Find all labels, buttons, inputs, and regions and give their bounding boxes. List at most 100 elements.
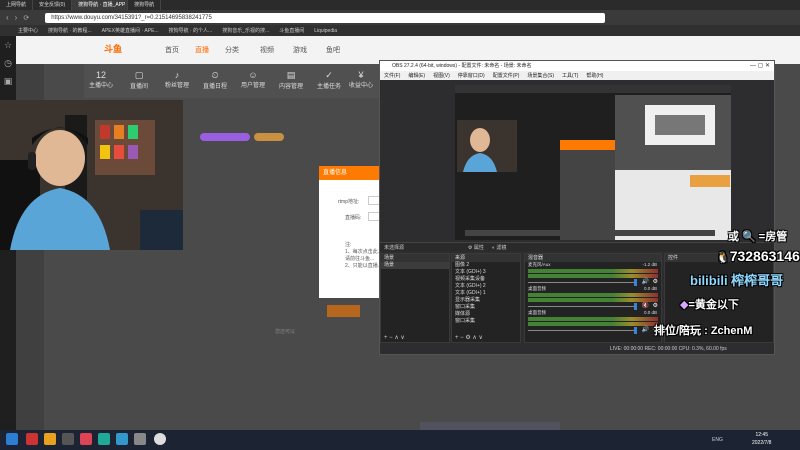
overlay-tier: ◆=黄金以下 xyxy=(680,299,739,311)
nav-live[interactable]: 直播 xyxy=(195,45,209,55)
volume-slider[interactable]: 🔊 ⚙ xyxy=(525,279,661,286)
nav-video[interactable]: 视频 xyxy=(260,45,274,55)
obs-menu-scenecollection[interactable]: 场景集合(S) xyxy=(527,72,554,79)
refresh-icon[interactable]: ⟳ xyxy=(23,14,29,22)
tag-gold[interactable] xyxy=(254,133,284,141)
obs-title: OBS 27.2.4 (64-bit, windows) - 配置文件: 未命名… xyxy=(380,61,774,71)
modal-orange-button[interactable] xyxy=(327,305,360,317)
taskbar-app-7[interactable] xyxy=(134,433,146,445)
page-notification-bar xyxy=(420,422,560,430)
volume-meter xyxy=(528,274,658,278)
obs-menu-tools[interactable]: 工具(T) xyxy=(562,72,578,79)
box-icon[interactable]: ▣ xyxy=(0,72,16,90)
nav-home[interactable]: 首页 xyxy=(165,45,179,55)
icon-content[interactable]: ▤ 内容管理 xyxy=(274,70,308,90)
obs-status-bar: LIVE: 00:00:00 REC: 00:00:00 CPU: 0.3%, … xyxy=(380,344,774,354)
tab-bar: 上网导航 安全反馈(0) 搜狗导航 · 直播_APP 搜狗导航 xyxy=(0,0,800,10)
source-item[interactable]: 显示器采集 xyxy=(452,297,520,304)
source-item[interactable]: 窗口采集 xyxy=(452,304,520,311)
muted-speaker-icon[interactable]: 🔇 xyxy=(642,302,649,309)
obs-menu-docks[interactable]: 停靠窗口(D) xyxy=(458,72,485,79)
bookmark-3[interactable]: APEX英雄直播间 · APE... xyxy=(102,27,159,34)
tab-4[interactable]: 搜狗导航 xyxy=(128,0,162,10)
source-item[interactable]: 文本 (GDI+) 2 xyxy=(452,283,520,290)
icon-anchor-center[interactable]: 12 主播中心 xyxy=(84,70,118,89)
tag-purple-1[interactable] xyxy=(200,133,250,141)
tab-1[interactable]: 上网导航 xyxy=(0,0,34,10)
source-item[interactable]: 视频采集设备 xyxy=(452,276,520,283)
sources-title: 来源 xyxy=(452,254,520,262)
volume-meter xyxy=(528,293,658,297)
webcam-feed xyxy=(0,100,183,250)
system-clock[interactable]: 12:45 2022/7/8 xyxy=(752,431,771,447)
source-item[interactable]: 文本 (GDI+) 3 xyxy=(452,269,520,276)
properties-button[interactable]: ⚙ 属性 xyxy=(468,244,484,251)
bookmark-6[interactable]: 斗鱼直播间 xyxy=(279,27,304,34)
speaker-icon[interactable]: 🔊 xyxy=(642,278,649,285)
obs-window-controls[interactable]: — ▢ ✕ xyxy=(743,61,773,71)
scene-add-remove-icons[interactable]: + − ∧ ∨ xyxy=(384,334,405,341)
scenes-title: 场景 xyxy=(381,254,449,262)
obs-source-toolbar: 未选择源 ⚙ 属性 ◐ 滤镜 xyxy=(380,242,774,251)
taskbar-app-2[interactable] xyxy=(44,433,56,445)
gear-icon[interactable]: ⚙ xyxy=(653,278,658,285)
taskbar-app-4[interactable] xyxy=(80,433,92,445)
source-item[interactable]: 图像 2 xyxy=(452,262,520,269)
obs-menu-file[interactable]: 文件(F) xyxy=(384,72,400,79)
star-icon[interactable]: ☆ xyxy=(0,36,16,54)
back-icon[interactable]: ‹ xyxy=(6,13,9,22)
taskbar-app-5[interactable] xyxy=(98,433,110,445)
start-icon[interactable] xyxy=(6,433,18,445)
mixer-channel-2: 桌面音频 0.0 dB 🔇 ⚙ xyxy=(525,286,661,310)
obs-menu-view[interactable]: 视图(V) xyxy=(433,72,450,79)
obs-menu-help[interactable]: 帮助(H) xyxy=(586,72,603,79)
qq-icon: 🐧 xyxy=(716,252,730,264)
clock-icon[interactable]: ◷ xyxy=(0,54,16,72)
icon-live-room[interactable]: ▢ 直播间 xyxy=(122,70,156,90)
bookmark-1[interactable]: 主要中心 xyxy=(18,27,38,34)
forward-icon[interactable]: › xyxy=(15,13,18,22)
tab-3[interactable]: 搜狗导航 · 直播_APP xyxy=(72,0,129,10)
url-input[interactable]: https://www.douyu.com/3415391?_r=0.21514… xyxy=(45,12,606,23)
nav-game[interactable]: 游戏 xyxy=(293,45,307,55)
nav-category[interactable]: 分类 xyxy=(225,45,239,55)
icon-fans[interactable]: ♪ 粉丝管理 xyxy=(160,70,194,89)
obs-menu-profile[interactable]: 配置文件(P) xyxy=(493,72,520,79)
overlay-bilibili: bilibili 榨榨哥哥 xyxy=(690,273,784,288)
taskbar-app-3[interactable] xyxy=(62,433,74,445)
obs-preview[interactable] xyxy=(455,85,731,240)
bookmark-4[interactable]: 搜狗导航 · 的个人... xyxy=(169,27,213,34)
source-item[interactable]: 媒体源 xyxy=(452,311,520,318)
taskbar-app-6[interactable] xyxy=(116,433,128,445)
icon-users[interactable]: ☺ 用户管理 xyxy=(236,70,270,89)
douyu-logo[interactable]: 斗鱼 xyxy=(104,42,144,56)
source-add-remove-icons[interactable]: + − ⚙ ∧ ∨ xyxy=(455,334,483,341)
no-source-label: 未选择源 xyxy=(384,245,405,251)
tab-2[interactable]: 安全反馈(0) xyxy=(33,0,73,10)
obs-menu-edit[interactable]: 编辑(E) xyxy=(408,72,425,79)
volume-meter xyxy=(528,322,658,326)
bookmark-7[interactable]: Liquipedia xyxy=(314,28,337,34)
language-indicator[interactable]: ENG xyxy=(712,437,723,443)
source-item[interactable]: 窗口采集 xyxy=(452,318,520,325)
taskbar-app-1[interactable] xyxy=(26,433,38,445)
overlay-ranking: 排位/陪玩 : ZchenM xyxy=(654,325,753,337)
source-item[interactable]: 文本 (GDI+) 1 xyxy=(452,290,520,297)
scene-item[interactable]: 场景 xyxy=(381,262,449,269)
taskbar-obs-icon[interactable] xyxy=(154,433,166,445)
bookmark-2[interactable]: 搜狗导航 · 的教程... xyxy=(48,27,92,34)
nav-fishbar[interactable]: 鱼吧 xyxy=(326,45,340,55)
volume-slider[interactable]: 🔊 ⚙ xyxy=(525,327,661,334)
bookmark-5[interactable]: 搜狗音乐_乐视的搜... xyxy=(222,27,269,34)
volume-meter xyxy=(528,269,658,273)
volume-slider[interactable]: 🔇 ⚙ xyxy=(525,303,661,310)
icon-tasks[interactable]: ✓ 主播任务 xyxy=(312,70,346,90)
stream-key-label: 直播码: xyxy=(345,215,362,221)
icon-schedule[interactable]: ⏲ 直播日程 xyxy=(198,70,232,90)
obs-preview-image xyxy=(455,85,731,240)
speaker-icon[interactable]: 🔊 xyxy=(642,326,649,333)
address-bar: ‹ › ⟳ https://www.douyu.com/3415391?_r=0… xyxy=(0,10,800,25)
icon-income[interactable]: ¥ 收益中心 xyxy=(344,70,378,89)
filters-button[interactable]: ◐ 滤镜 xyxy=(492,244,506,251)
gear-icon[interactable]: ⚙ xyxy=(653,302,658,309)
